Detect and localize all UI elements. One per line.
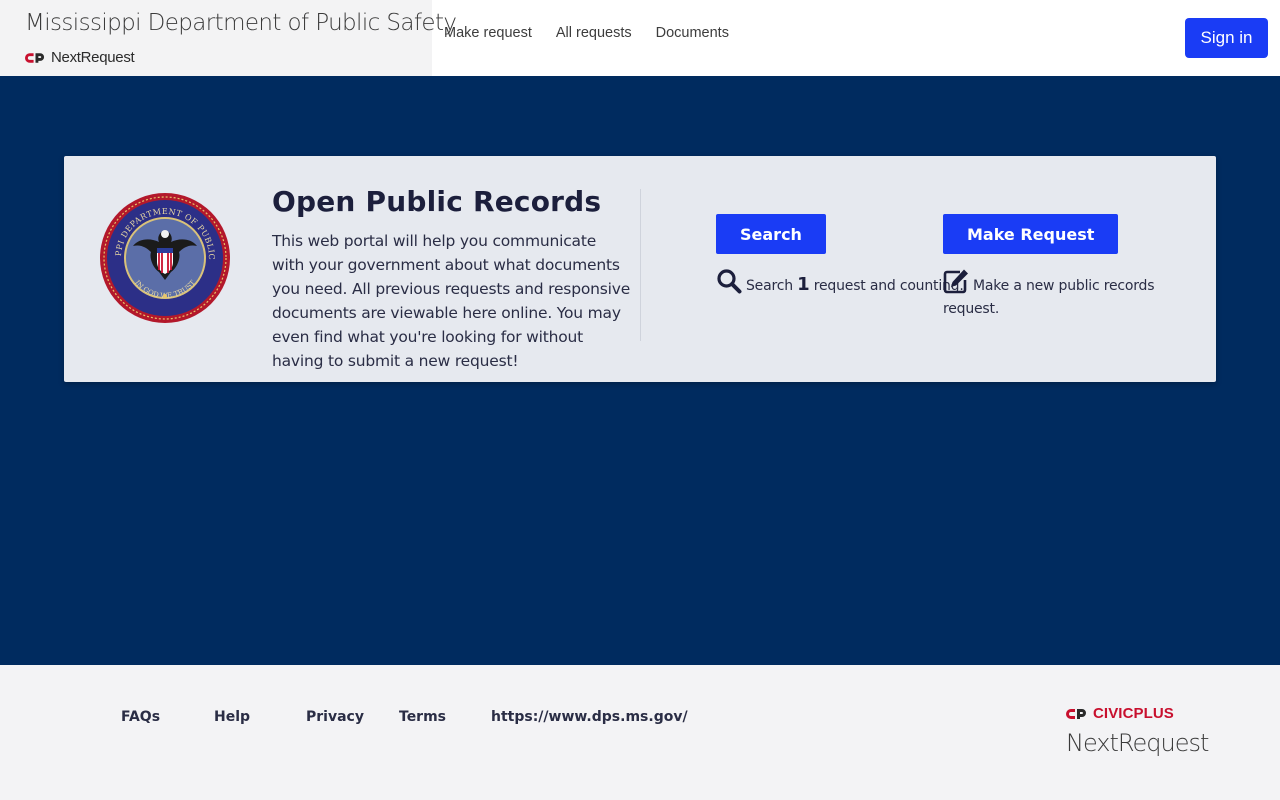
- nav-all-requests[interactable]: All requests: [556, 25, 632, 41]
- nextrequest-logo[interactable]: NextRequest: [25, 49, 135, 66]
- make-request-desc-text: Make a new public records request.: [943, 278, 1155, 317]
- brand-area: Mississippi Department of Public Safety …: [0, 0, 457, 76]
- search-button[interactable]: Search: [716, 214, 826, 254]
- search-description: Search 1 request and counting.: [716, 268, 964, 298]
- department-seal-icon: MISSISSIPPI DEPARTMENT OF PUBLIC SAFETY …: [99, 192, 230, 323]
- search-action: Search Search 1 request and counting.: [716, 214, 964, 298]
- vertical-divider: [640, 189, 641, 341]
- footer: FAQs Help Privacy Terms https://www.dps.…: [0, 665, 1280, 800]
- civicplus-text: CIVICPLUS: [1093, 705, 1174, 722]
- agency-title[interactable]: Mississippi Department of Public Safety: [25, 10, 457, 36]
- search-desc-suffix: request and counting.: [813, 278, 964, 294]
- civicplus-logo[interactable]: CIVICPLUS: [1066, 705, 1174, 722]
- footer-link-agency-website[interactable]: https://www.dps.ms.gov/: [491, 709, 688, 725]
- page-title: Open Public Records: [272, 185, 602, 218]
- edit-icon: [943, 269, 968, 294]
- footer-link-privacy[interactable]: Privacy: [306, 709, 364, 725]
- nextrequest-logo-text: NextRequest: [51, 49, 135, 66]
- make-request-button[interactable]: Make Request: [943, 214, 1119, 254]
- main-nav: Make request All requests Documents: [444, 25, 753, 41]
- make-request-description: Make a new public records request.: [943, 268, 1173, 321]
- footer-nextrequest-text: NextRequest: [1066, 729, 1209, 757]
- intro-text: This web portal will help you communicat…: [272, 232, 631, 370]
- nav-documents[interactable]: Documents: [656, 25, 729, 41]
- search-desc-prefix: Search: [746, 278, 793, 294]
- footer-link-terms[interactable]: Terms: [399, 709, 446, 725]
- civicplus-logo-icon: [25, 52, 45, 63]
- footer-link-faqs[interactable]: FAQs: [121, 709, 160, 725]
- sign-in-button[interactable]: Sign in: [1185, 18, 1268, 58]
- request-count: 1: [797, 274, 810, 295]
- open-records-card: MISSISSIPPI DEPARTMENT OF PUBLIC SAFETY …: [64, 156, 1216, 382]
- footer-link-help[interactable]: Help: [214, 709, 250, 725]
- search-icon: [717, 269, 742, 294]
- civicplus-mark-icon: [1066, 708, 1086, 719]
- top-header: Mississippi Department of Public Safety …: [0, 0, 1280, 76]
- nav-make-request[interactable]: Make request: [444, 25, 532, 41]
- make-request-action: Make Request Make a new public records r…: [943, 214, 1173, 321]
